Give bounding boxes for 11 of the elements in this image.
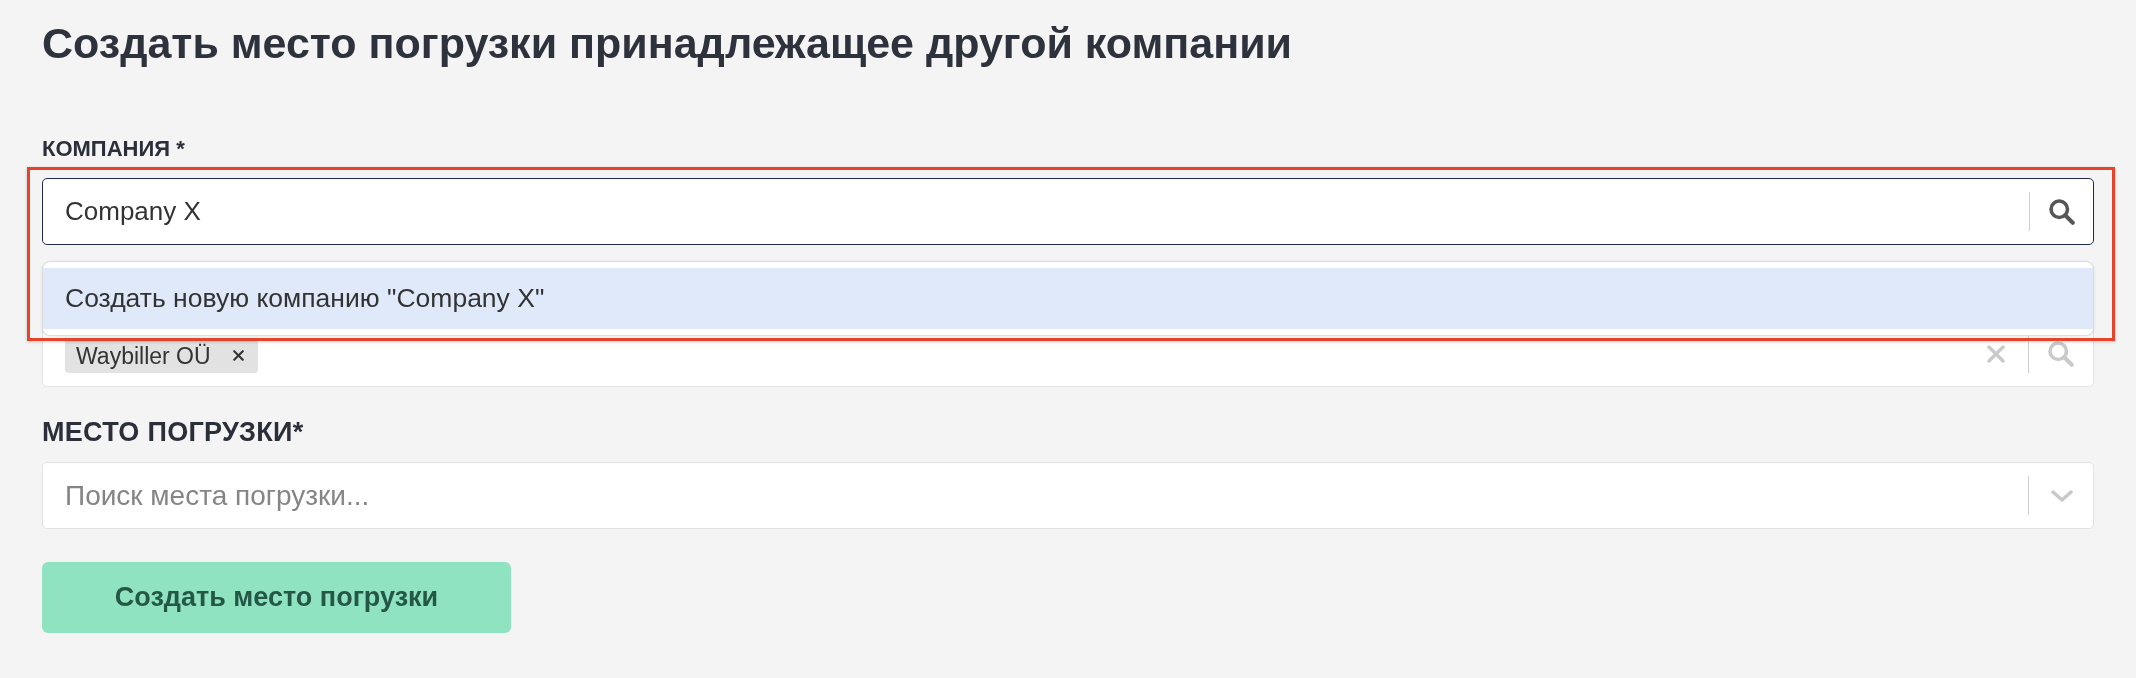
dropdown-option[interactable]: Создать новую компанию "Company X": [43, 268, 2093, 329]
field-label: МЕСТО ПОГРУЗКИ*: [42, 416, 304, 448]
submit-button[interactable]: Создать место погрузки: [42, 562, 511, 633]
close-icon[interactable]: [232, 350, 244, 361]
search-icon[interactable]: [2048, 198, 2075, 225]
select-field[interactable]: Поиск места погрузки...: [42, 462, 2094, 529]
field-label: КОМПАНИЯ *: [42, 136, 185, 162]
tag-label: Waybiller OÜ: [76, 342, 211, 369]
search-field[interactable]: Company X: [42, 178, 2094, 245]
page-title: Создать место погрузки принадлежащее другой компании: [42, 18, 1293, 68]
search-icon[interactable]: [2047, 340, 2074, 367]
